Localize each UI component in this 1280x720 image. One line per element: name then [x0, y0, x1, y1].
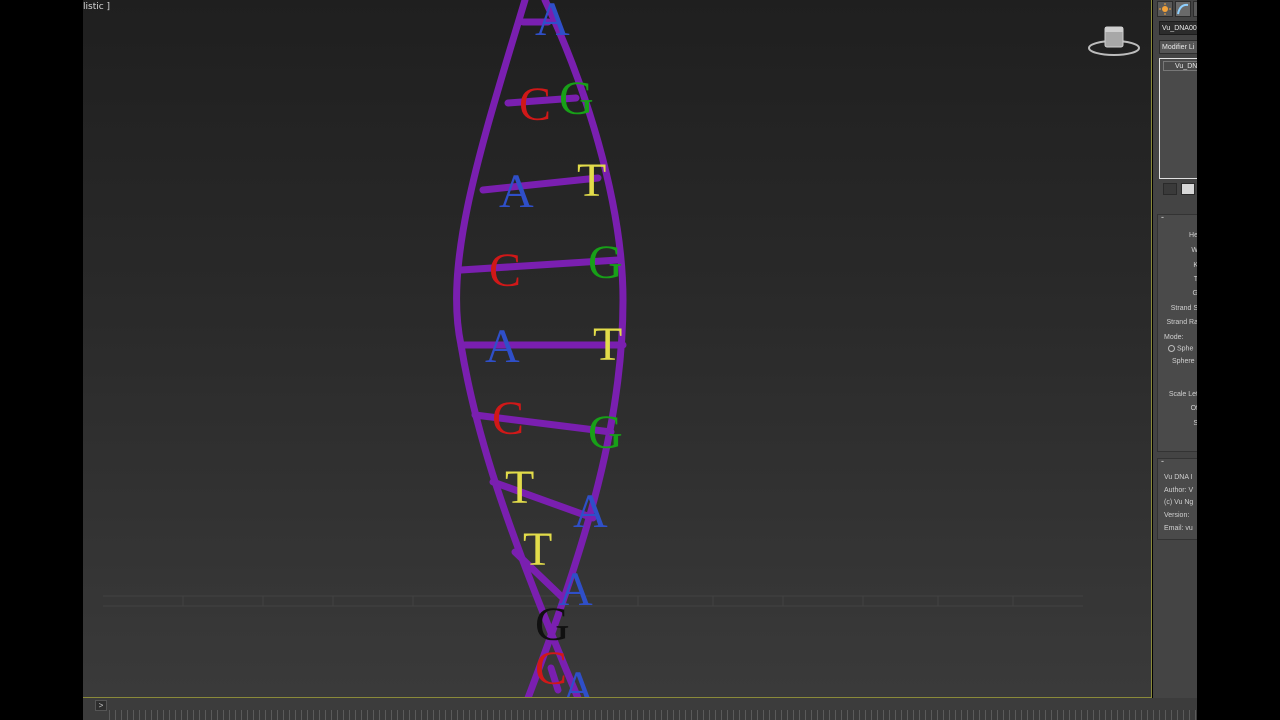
base-letter-right: A — [535, 0, 570, 46]
parameters-rollout: - He W K T G Strand S Strand Ra Mode: Sp… — [1157, 212, 1197, 452]
letterbox-left — [0, 0, 83, 720]
dna-helix-scene: AC GA TC GA TC GT ATAGCA — [103, 0, 1083, 698]
param-label-s: S — [1193, 420, 1197, 427]
modifier-stack-item[interactable]: Vu_DN — [1163, 61, 1197, 71]
about-copyright: (c) Vu Ng — [1164, 499, 1194, 506]
modifier-stack[interactable]: Vu_DN — [1159, 58, 1197, 179]
base-letter-right: G — [588, 406, 623, 459]
about-rollout-collapse-toggle[interactable]: - — [1158, 456, 1197, 468]
mode-radio-sphere[interactable]: Sphe — [1168, 345, 1193, 353]
param-label-strand-ra: Strand Ra — [1166, 319, 1197, 326]
about-version: Version: — [1164, 512, 1190, 519]
object-name-field[interactable]: Vu_DNA00 — [1159, 21, 1197, 35]
base-letter-left: A — [485, 320, 520, 373]
base-letter-left: C — [489, 244, 521, 297]
perspective-viewport[interactable]: ACGATCGATCGTATAGCA listic ] — [83, 0, 1152, 698]
pin-stack-button[interactable] — [1163, 183, 1177, 195]
show-end-result-button[interactable] — [1181, 183, 1195, 195]
next-frame-button[interactable]: > — [95, 700, 107, 711]
timeline-ticks[interactable] — [109, 710, 1197, 720]
time-slider-bar[interactable]: > — [83, 698, 1197, 720]
base-letter-right: T — [593, 318, 622, 371]
base-letter-right: A — [573, 485, 608, 538]
command-panel-tabs — [1157, 1, 1197, 17]
param-label-mode: Mode: — [1164, 334, 1184, 341]
base-letter-left: C — [492, 392, 524, 445]
letterbox-right — [1197, 0, 1280, 720]
base-letter-right: G — [559, 72, 594, 125]
base-letter-right: A — [561, 662, 596, 698]
param-label-of: Of — [1190, 405, 1197, 412]
base-letter-left: A — [499, 165, 534, 218]
base-letter-left: C — [519, 78, 551, 131]
base-letter-left: T — [523, 523, 552, 576]
viewcube-icon[interactable] — [1086, 24, 1142, 60]
about-author: Author: V — [1164, 487, 1194, 494]
param-label-k: K — [1193, 262, 1197, 269]
param-label-g: G — [1192, 290, 1197, 297]
viewport-label[interactable]: listic ] — [83, 2, 110, 12]
rollout-collapse-toggle[interactable]: - — [1158, 212, 1197, 224]
param-label-height: He — [1189, 232, 1197, 239]
create-tab-sun-icon[interactable] — [1157, 1, 1173, 17]
base-letter-left: T — [505, 461, 534, 514]
param-label-width: W — [1191, 247, 1197, 254]
param-label-strand-s: Strand S — [1170, 305, 1197, 312]
modifier-list-dropdown[interactable]: Modifier Li — [1159, 40, 1197, 54]
mode-radio-sphere-2[interactable]: Sphere — [1172, 358, 1195, 366]
ground-grid — [103, 595, 1083, 607]
command-panel: Vu_DNA00 Modifier Li Vu_DN - He W K T G … — [1153, 0, 1197, 720]
about-email: Email: vu — [1164, 525, 1193, 532]
param-label-t: T — [1193, 276, 1197, 283]
hierarchy-tab-icon[interactable] — [1193, 1, 1197, 17]
about-title: Vu DNA I — [1164, 474, 1193, 481]
base-letter-right: T — [577, 154, 606, 207]
modify-tab-curve-icon[interactable] — [1175, 1, 1191, 17]
base-letter-right: G — [588, 236, 623, 289]
param-label-scale-let: Scale Let — [1168, 391, 1197, 398]
about-rollout: - Vu DNA I Author: V (c) Vu Ng Version: … — [1157, 456, 1197, 540]
